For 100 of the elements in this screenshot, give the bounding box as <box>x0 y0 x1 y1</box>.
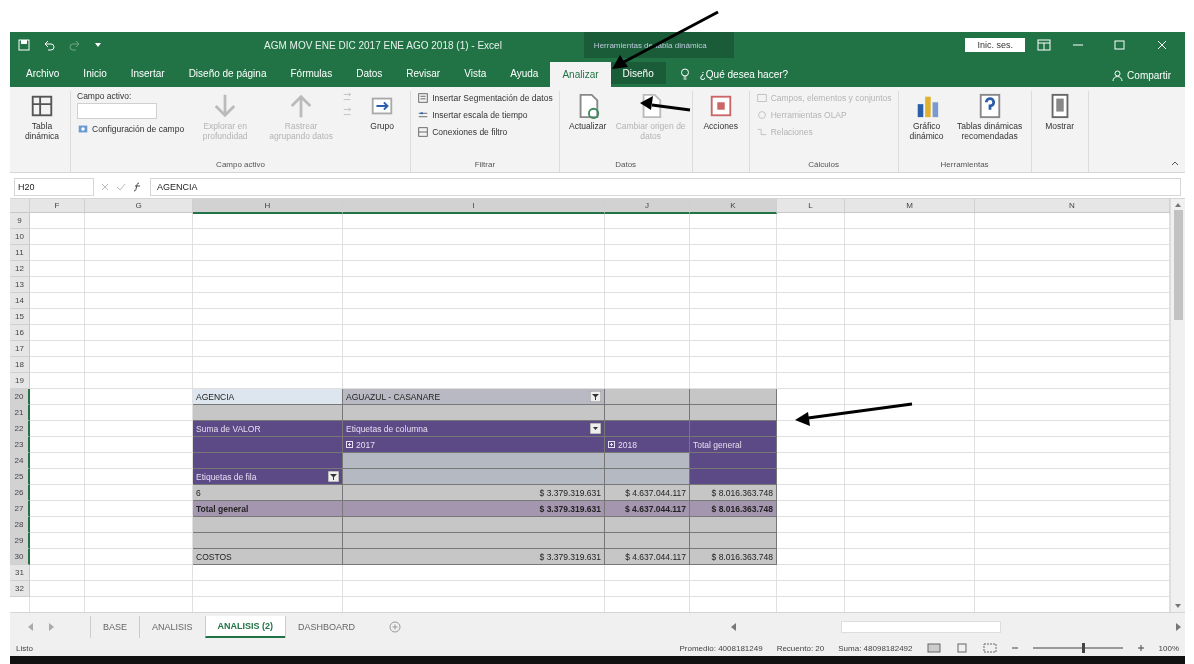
row-header[interactable]: 25 <box>10 469 30 485</box>
plus-box-icon[interactable] <box>608 441 615 448</box>
save-icon[interactable] <box>18 39 30 51</box>
collapse-icon[interactable] <box>1171 160 1179 166</box>
dropdown-icon[interactable] <box>590 423 601 434</box>
sheet-tab[interactable]: ANALISIS <box>139 615 205 638</box>
status-stat: Promedio: 4008181249 <box>679 643 763 653</box>
ribbon-tab[interactable]: Insertar <box>118 62 177 84</box>
previous-sheet-icon[interactable] <box>28 622 34 631</box>
vertical-scrollbar[interactable] <box>1170 199 1185 612</box>
ribbon-display-icon[interactable] <box>1037 39 1051 51</box>
ribbon-tab[interactable]: Revisar <box>394 62 453 84</box>
ribbon-button[interactable]: Insertar Segmentación de datos <box>417 91 553 105</box>
sheet-tab[interactable]: BASE <box>90 615 139 638</box>
scroll-up-icon[interactable] <box>1174 202 1182 208</box>
ribbon-button[interactable]: Grupo <box>360 91 405 134</box>
cell-text: Etiquetas de columna <box>346 423 429 434</box>
ribbon-tab[interactable]: Vista <box>452 62 499 84</box>
scroll-down-icon[interactable] <box>1174 603 1182 609</box>
scroll-right-icon[interactable] <box>1175 622 1181 631</box>
row-header[interactable]: 26 <box>10 485 30 501</box>
row-header[interactable]: 16 <box>10 325 30 341</box>
group-label: Campo activo <box>216 160 266 171</box>
ribbon-button[interactable]: Mostrar <box>1037 91 1082 134</box>
scroll-thumb[interactable] <box>1173 210 1183 320</box>
ribbon-tab[interactable]: Inicio <box>71 62 119 84</box>
row-header[interactable]: 23 <box>10 437 30 453</box>
page-break-icon[interactable] <box>982 643 997 653</box>
ribbon-tab[interactable]: Ayuda <box>498 62 551 84</box>
horizontal-scrollbar[interactable] <box>731 619 1181 634</box>
sheet-tab[interactable]: ANALISIS (2) <box>204 615 286 638</box>
ribbon-tab[interactable]: Analizar <box>550 62 611 87</box>
filter-icon[interactable] <box>590 391 601 402</box>
window-title: AGM MOV ENE DIC 2017 ENE AGO 2018 (1) - Excel <box>264 39 502 51</box>
ribbon-button[interactable]: Insertar escala de tiempo <box>417 108 553 122</box>
formula-field[interactable]: AGENCIA <box>150 177 1181 196</box>
slider-thumb[interactable] <box>1082 643 1086 653</box>
ribbon-button[interactable]: Tabla dinámica <box>20 91 64 144</box>
person-icon <box>1112 70 1124 81</box>
row-header[interactable]: 29 <box>10 533 30 549</box>
row-header[interactable]: 19 <box>10 373 30 389</box>
check-icon[interactable] <box>116 181 126 192</box>
row-header[interactable]: 14 <box>10 293 30 309</box>
row-header[interactable]: 17 <box>10 341 30 357</box>
caret-icon[interactable] <box>94 41 102 49</box>
column-header[interactable]: L <box>777 199 845 214</box>
filter-icon[interactable] <box>328 471 339 482</box>
column-header[interactable]: I <box>343 199 605 214</box>
ribbon-button[interactable]: Acciones <box>698 91 743 134</box>
sign-in-button[interactable]: Inic. ses. <box>965 38 1025 52</box>
undo-icon[interactable] <box>42 39 56 51</box>
row-header[interactable]: 15 <box>10 309 30 325</box>
row-header[interactable]: 10 <box>10 229 30 245</box>
input-field[interactable] <box>77 103 157 119</box>
row-header[interactable]: 22 <box>10 421 30 437</box>
row-header[interactable]: 20 <box>10 389 30 405</box>
table-cell: $ 4.637.044.117 <box>605 549 690 565</box>
zoom-level[interactable]: 100% <box>1158 643 1179 653</box>
row-header[interactable]: 18 <box>10 357 30 373</box>
row-header[interactable]: 11 <box>10 245 30 261</box>
row-header[interactable]: 32 <box>10 581 30 597</box>
ribbon-button[interactable]: Actualizar <box>565 91 610 134</box>
ribbon-tab[interactable]: Fórmulas <box>278 62 345 84</box>
ribbon-button[interactable]: Configuración de campo <box>77 122 185 136</box>
row-header[interactable]: 31 <box>10 565 30 581</box>
minus-icon[interactable] <box>1010 644 1019 652</box>
table-cell: Total general <box>193 501 343 517</box>
row-header[interactable]: 12 <box>10 261 30 277</box>
row-header[interactable]: 24 <box>10 453 30 469</box>
column-header[interactable]: H <box>193 199 343 214</box>
row-header[interactable]: 28 <box>10 517 30 533</box>
tell-me-search[interactable]: ¿Qué desea hacer? <box>699 69 789 80</box>
table-cell: $ 4.637.044.117 <box>605 501 690 517</box>
plus-icon[interactable] <box>1136 644 1145 652</box>
row-header[interactable]: 13 <box>10 277 30 293</box>
row-header[interactable]: 27 <box>10 501 30 517</box>
row-header[interactable]: 30 <box>10 549 30 565</box>
scroll-thumb[interactable] <box>841 620 1001 633</box>
column-header[interactable]: J <box>605 199 690 214</box>
ribbon-button[interactable]: Gráfico dinámico <box>904 91 949 144</box>
row-header[interactable]: 9 <box>10 213 30 229</box>
scroll-left-icon[interactable] <box>731 622 737 631</box>
ribbon-tab[interactable]: Datos <box>344 62 395 84</box>
ribbon-button[interactable]: Conexiones de filtro <box>417 125 553 139</box>
ribbon-tab[interactable]: Diseño <box>610 62 666 84</box>
page-layout-icon[interactable] <box>954 643 969 653</box>
sheet-tab[interactable]: DASHBOARD <box>285 615 368 638</box>
ribbon-tab[interactable]: Diseño de página <box>176 62 279 84</box>
normal-view-icon[interactable] <box>926 643 941 653</box>
plus-box-icon[interactable] <box>346 441 353 448</box>
share-button[interactable]: Compartir <box>1106 69 1177 82</box>
ribbon-tab[interactable]: Archivo <box>14 62 72 84</box>
row-header[interactable]: 21 <box>10 405 30 421</box>
name-box[interactable]: H20 <box>14 177 94 196</box>
next-sheet-icon[interactable] <box>48 622 54 631</box>
column-header[interactable]: M <box>845 199 975 214</box>
table-cell: $ 3.379.319.631 <box>343 501 605 517</box>
column-header[interactable]: K <box>690 199 777 214</box>
ribbon-button[interactable]: Tablas dinámicas recomendadas <box>954 91 1025 144</box>
redo-icon[interactable] <box>68 39 82 51</box>
